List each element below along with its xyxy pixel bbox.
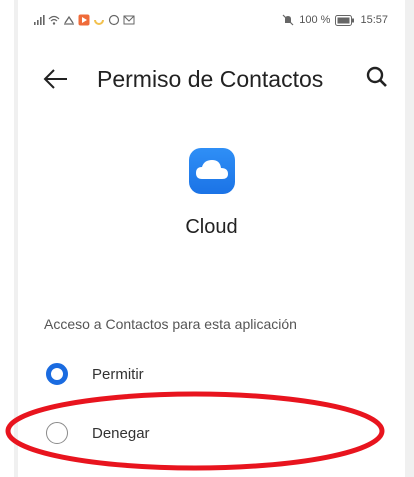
screenshot-frame-right <box>404 0 414 477</box>
circle-icon <box>108 14 120 26</box>
status-time: 15:57 <box>360 14 388 26</box>
wifi-icon <box>48 15 60 25</box>
section-label: Acceso a Contactos para esta aplicación <box>44 316 297 332</box>
app-name: Cloud <box>185 216 238 238</box>
page-title: Permiso de Contactos <box>97 66 324 92</box>
permit-option[interactable]: Permitir <box>44 357 384 393</box>
phone-screen: 100 % 15:57 Permiso de Contactos Cloud A… <box>18 0 405 477</box>
radio-selected[interactable] <box>46 363 68 385</box>
status-right: 100 % 15:57 <box>282 14 388 26</box>
signal-icon <box>34 15 45 25</box>
battery-percent: 100 % <box>299 14 331 26</box>
status-bar: 100 % 15:57 <box>18 14 405 38</box>
sync-icon <box>64 15 74 25</box>
app-notification-icon <box>78 14 90 26</box>
radio-unselected[interactable] <box>46 422 68 444</box>
option-label: Denegar <box>92 425 150 442</box>
search-icon[interactable] <box>364 64 390 90</box>
arrow-left-icon[interactable] <box>43 66 69 92</box>
circle-icon <box>94 19 104 25</box>
mute-icon <box>282 14 294 26</box>
option-label: Permitir <box>92 366 144 383</box>
mail-icon <box>123 15 135 25</box>
battery-icon <box>335 14 355 26</box>
app-bar: Permiso de Contactos <box>18 62 405 98</box>
deny-option[interactable]: Denegar <box>44 416 384 452</box>
status-left-icons <box>33 14 135 26</box>
cloud-icon <box>189 148 235 194</box>
